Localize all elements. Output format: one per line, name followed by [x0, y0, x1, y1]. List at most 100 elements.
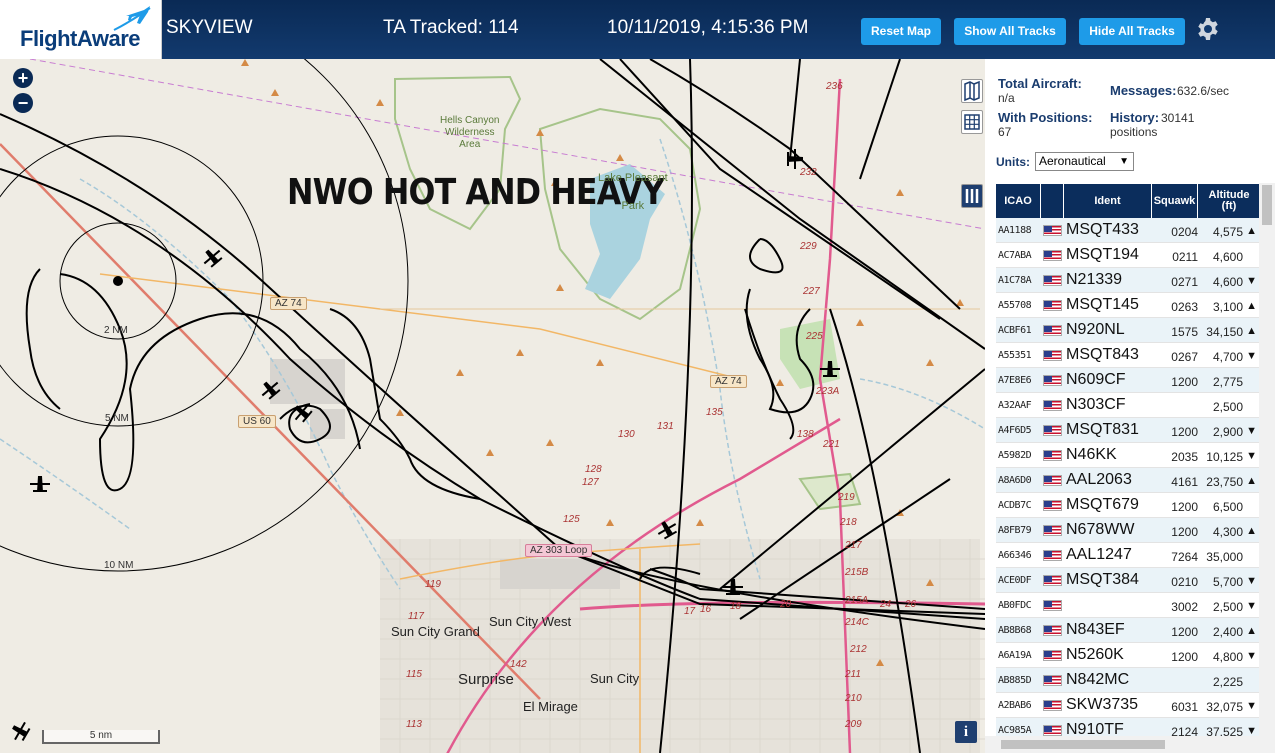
row-squawk: 0263	[1171, 300, 1198, 314]
panel-vertical-scrollbar[interactable]	[1259, 183, 1275, 736]
altitude-trend-icon: ▲	[1246, 225, 1257, 237]
table-row[interactable]: AB885D N842MC 2,225	[996, 668, 1260, 693]
row-altitude: 5,700	[1212, 575, 1243, 589]
flightaware-logo[interactable]: FlightAware	[0, 0, 162, 59]
road-number: 131	[657, 421, 674, 432]
road-number: 142	[510, 659, 527, 670]
table-row[interactable]: ACE0DF MSQT384 0210 5,700 ▼	[996, 568, 1260, 593]
table-row[interactable]: A5982D N46KK 2035 10,125 ▼	[996, 443, 1260, 468]
row-icao: ACE0DF	[998, 575, 1032, 586]
altitude-trend-icon: ▼	[1246, 575, 1257, 587]
row-icao: A32AAF	[998, 400, 1032, 411]
row-ident: MSQT384	[1066, 571, 1139, 588]
grid-icon	[964, 114, 980, 130]
map-scale: 5 nm	[42, 730, 160, 744]
shield-us60: US 60	[238, 415, 276, 428]
scroll-thumb[interactable]	[1001, 740, 1165, 749]
road-number: 125	[563, 514, 580, 525]
us-flag-icon	[1043, 250, 1062, 261]
table-row[interactable]: A32AAF N303CF 2,500	[996, 393, 1260, 418]
table-row[interactable]: ACDB7C MSQT679 1200 6,500	[996, 493, 1260, 518]
row-ident: N678WW	[1066, 521, 1135, 538]
row-icao: AC985A	[998, 725, 1032, 736]
row-squawk: 1200	[1171, 625, 1198, 639]
map-canvas[interactable]	[0, 59, 985, 753]
road-number: 20	[780, 599, 792, 610]
col-flag[interactable]	[1041, 184, 1064, 218]
table-row[interactable]: AB0FDC 3002 2,500 ▼	[996, 593, 1260, 618]
panel-horizontal-scrollbar[interactable]	[985, 736, 1275, 753]
zoom-in-button[interactable]: +	[13, 68, 33, 88]
row-squawk: 1200	[1171, 375, 1198, 389]
us-flag-icon	[1043, 650, 1062, 661]
table-row[interactable]: A7E8E6 N609CF 1200 2,775	[996, 368, 1260, 393]
row-ident: N303CF	[1066, 396, 1126, 413]
row-icao: AC7ABA	[998, 250, 1032, 261]
map-view[interactable]: + − i NWO HOT AND HEAVY 2 NM 5 NM 10 NM …	[0, 59, 985, 753]
table-row[interactable]: AA1188 MSQT433 0204 4,575 ▲	[996, 218, 1260, 243]
with-positions-label: With Positions:	[998, 110, 1093, 125]
col-altitude[interactable]: Altitude (ft)	[1198, 184, 1260, 218]
row-icao: A55351	[998, 350, 1032, 361]
row-icao: AB0FDC	[998, 600, 1032, 611]
row-icao: A55708	[998, 300, 1032, 311]
table-row[interactable]: A2BAB6 SKW3735 6031 32,075 ▼	[996, 693, 1260, 718]
info-button[interactable]: i	[955, 721, 977, 743]
us-flag-icon	[1043, 575, 1062, 586]
road-number: 18	[730, 601, 742, 612]
row-altitude: 10,125	[1206, 450, 1243, 464]
row-squawk: 1200	[1171, 650, 1198, 664]
map-layers-button[interactable]	[961, 79, 983, 103]
place-sun-city-west: Sun City West	[489, 614, 572, 629]
grid-toggle-button[interactable]	[961, 110, 983, 134]
aircraft-table-header: ICAO Ident Squawk Altitude (ft)	[996, 184, 1260, 218]
col-ident[interactable]: Ident	[1064, 184, 1152, 218]
hide-all-tracks-button[interactable]: Hide All Tracks	[1079, 18, 1185, 45]
row-ident: N5260K	[1066, 646, 1124, 663]
row-altitude: 2,900	[1212, 425, 1243, 439]
table-row[interactable]: A66346 AAL1247 7264 35,000	[996, 543, 1260, 568]
row-altitude: 2,500	[1212, 400, 1243, 414]
gear-icon[interactable]	[1196, 17, 1220, 41]
col-squawk[interactable]: Squawk	[1152, 184, 1198, 218]
row-altitude: 2,775	[1212, 375, 1243, 389]
table-row[interactable]: A55351 MSQT843 0267 4,700 ▼	[996, 343, 1260, 368]
show-all-tracks-button[interactable]: Show All Tracks	[954, 18, 1066, 45]
toggle-panel-button[interactable]	[961, 184, 983, 208]
with-positions-value: 67	[998, 125, 1012, 139]
history-unit: positions	[1110, 125, 1158, 139]
total-aircraft-value: n/a	[998, 91, 1015, 105]
map-icon	[964, 80, 980, 102]
zoom-out-button[interactable]: −	[13, 93, 33, 113]
table-row[interactable]: AC7ABA MSQT194 0211 4,600	[996, 243, 1260, 268]
us-flag-icon	[1043, 675, 1062, 686]
col-icao[interactable]: ICAO	[996, 184, 1041, 218]
table-row[interactable]: ACBF61 N920NL 1575 34,150 ▲	[996, 318, 1260, 343]
row-squawk: 1200	[1171, 500, 1198, 514]
shield-az74-east: AZ 74	[710, 375, 747, 388]
table-row[interactable]: A4F6D5 MSQT831 1200 2,900 ▼	[996, 418, 1260, 443]
altitude-trend-icon: ▼	[1246, 700, 1257, 712]
shield-loop303: AZ 303 Loop	[525, 544, 593, 557]
table-row[interactable]: A1C78A N21339 0271 4,600 ▼	[996, 268, 1260, 293]
road-number: 138	[797, 429, 814, 440]
road-number: 215B	[845, 567, 869, 578]
row-ident: N842MC	[1066, 671, 1130, 688]
table-row[interactable]: A8A6D0 AAL2063 4161 23,750 ▲	[996, 468, 1260, 493]
us-flag-icon	[1043, 475, 1062, 486]
table-row[interactable]: A8FB79 N678WW 1200 4,300 ▲	[996, 518, 1260, 543]
scroll-thumb[interactable]	[1262, 185, 1272, 225]
aircraft-panel: Total Aircraft: n/a With Positions: 67 M…	[985, 59, 1275, 753]
road-number: 212	[850, 644, 867, 655]
row-squawk: 0204	[1171, 225, 1198, 239]
table-row[interactable]: AB8B68 N843EF 1200 2,400 ▲	[996, 618, 1260, 643]
row-altitude: 2,400	[1212, 625, 1243, 639]
units-select[interactable]: Aeronautical ▼	[1035, 152, 1134, 171]
row-altitude: 4,600	[1212, 275, 1243, 289]
table-row[interactable]: A6A19A N5260K 1200 4,800 ▼	[996, 643, 1260, 668]
place-hells-canyon: Hells Canyon Wilderness Area	[440, 115, 500, 150]
us-flag-icon	[1043, 275, 1062, 286]
reset-map-button[interactable]: Reset Map	[861, 18, 941, 45]
table-row[interactable]: A55708 MSQT145 0263 3,100 ▲	[996, 293, 1260, 318]
us-flag-icon	[1043, 350, 1062, 361]
